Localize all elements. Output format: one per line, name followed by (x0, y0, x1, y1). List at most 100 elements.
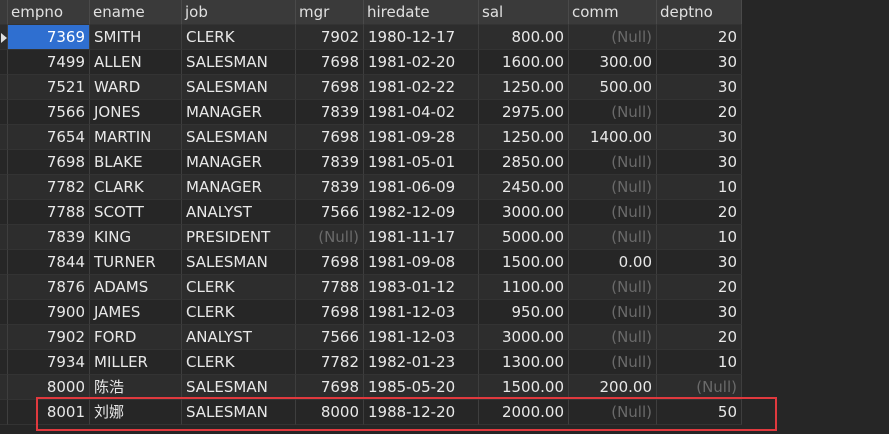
row-header[interactable] (0, 350, 8, 375)
cell-job[interactable]: ANALYST (182, 325, 296, 350)
column-header-comm[interactable]: comm (569, 0, 657, 25)
row-header[interactable] (0, 225, 8, 250)
cell-deptno[interactable]: (Null) (657, 375, 742, 400)
cell-comm[interactable]: 0.00 (569, 250, 657, 275)
cell-sal[interactable]: 800.00 (479, 25, 569, 50)
cell-ename[interactable]: 刘娜 (90, 400, 182, 425)
cell-empno[interactable]: 7782 (8, 175, 90, 200)
cell-ename[interactable]: ALLEN (90, 50, 182, 75)
table-row[interactable]: 7876 ADAMS CLERK 7788 1983-01-12 1100.00 (Null… (0, 275, 742, 300)
cell-ename[interactable]: MILLER (90, 350, 182, 375)
cell-job[interactable]: SALESMAN (182, 400, 296, 425)
cell-ename[interactable]: FORD (90, 325, 182, 350)
row-header[interactable] (0, 400, 8, 425)
row-header[interactable] (0, 100, 8, 125)
cell-deptno[interactable]: 30 (657, 125, 742, 150)
cell-mgr[interactable]: (Null) (296, 225, 364, 250)
cell-job[interactable]: ANALYST (182, 200, 296, 225)
column-header-ename[interactable]: ename (90, 0, 182, 25)
row-header[interactable] (0, 300, 8, 325)
row-header[interactable] (0, 125, 8, 150)
cell-sal[interactable]: 1250.00 (479, 125, 569, 150)
cell-empno[interactable]: 7654 (8, 125, 90, 150)
row-header[interactable] (0, 150, 8, 175)
cell-hiredate[interactable]: 1980-12-17 (364, 25, 479, 50)
cell-mgr[interactable]: 7788 (296, 275, 364, 300)
row-header[interactable] (0, 50, 8, 75)
table-row[interactable]: 7698 BLAKE MANAGER 7839 1981-05-01 2850.00 (Nu… (0, 150, 742, 175)
cell-sal[interactable]: 1500.00 (479, 250, 569, 275)
row-header[interactable] (0, 75, 8, 100)
cell-hiredate[interactable]: 1981-12-03 (364, 300, 479, 325)
cell-hiredate[interactable]: 1981-12-03 (364, 325, 479, 350)
cell-sal[interactable]: 5000.00 (479, 225, 569, 250)
cell-deptno[interactable]: 50 (657, 400, 742, 425)
cell-empno[interactable]: 7788 (8, 200, 90, 225)
cell-job[interactable]: SALESMAN (182, 125, 296, 150)
cell-job[interactable]: MANAGER (182, 100, 296, 125)
cell-comm[interactable]: (Null) (569, 350, 657, 375)
cell-comm[interactable]: 1400.00 (569, 125, 657, 150)
cell-ename[interactable]: TURNER (90, 250, 182, 275)
cell-job[interactable]: SALESMAN (182, 75, 296, 100)
cell-ename[interactable]: JAMES (90, 300, 182, 325)
cell-job[interactable]: MANAGER (182, 175, 296, 200)
cell-deptno[interactable]: 10 (657, 175, 742, 200)
cell-deptno[interactable]: 20 (657, 100, 742, 125)
cell-comm[interactable]: (Null) (569, 300, 657, 325)
cell-ename[interactable]: MARTIN (90, 125, 182, 150)
cell-ename[interactable]: ADAMS (90, 275, 182, 300)
cell-deptno[interactable]: 20 (657, 200, 742, 225)
cell-comm[interactable]: 500.00 (569, 75, 657, 100)
cell-sal[interactable]: 1600.00 (479, 50, 569, 75)
table-row[interactable]: 7839 KING PRESIDENT (Null) 1981-11-17 5000.00… (0, 225, 742, 250)
cell-mgr[interactable]: 7839 (296, 100, 364, 125)
cell-job[interactable]: CLERK (182, 25, 296, 50)
cell-comm[interactable]: (Null) (569, 200, 657, 225)
column-header-deptno[interactable]: deptno (657, 0, 742, 25)
cell-empno[interactable]: 8000 (8, 375, 90, 400)
cell-empno[interactable]: 7876 (8, 275, 90, 300)
cell-empno[interactable]: 7521 (8, 75, 90, 100)
cell-empno[interactable]: 8001 (8, 400, 90, 425)
cell-sal[interactable]: 2450.00 (479, 175, 569, 200)
table-row[interactable]: 7902 FORD ANALYST 7566 1981-12-03 3000.00 (Nul… (0, 325, 742, 350)
cell-hiredate[interactable]: 1981-06-09 (364, 175, 479, 200)
cell-ename[interactable]: 陈浩 (90, 375, 182, 400)
cell-hiredate[interactable]: 1988-12-20 (364, 400, 479, 425)
cell-deptno[interactable]: 10 (657, 350, 742, 375)
cell-sal[interactable]: 1300.00 (479, 350, 569, 375)
cell-comm[interactable]: (Null) (569, 100, 657, 125)
cell-comm[interactable]: (Null) (569, 150, 657, 175)
table-row[interactable]: 7900 JAMES CLERK 7698 1981-12-03 950.00 (Null)… (0, 300, 742, 325)
cell-deptno[interactable]: 30 (657, 150, 742, 175)
column-header-sal[interactable]: sal (479, 0, 569, 25)
cell-hiredate[interactable]: 1981-11-17 (364, 225, 479, 250)
cell-comm[interactable]: (Null) (569, 325, 657, 350)
cell-hiredate[interactable]: 1982-01-23 (364, 350, 479, 375)
cell-comm[interactable]: 200.00 (569, 375, 657, 400)
column-header-job[interactable]: job (182, 0, 296, 25)
cell-mgr[interactable]: 8000 (296, 400, 364, 425)
cell-mgr[interactable]: 7839 (296, 150, 364, 175)
cell-comm[interactable]: (Null) (569, 275, 657, 300)
cell-ename[interactable]: WARD (90, 75, 182, 100)
table-row[interactable]: 8001 刘娜 SALESMAN 8000 1988-12-20 2000.00 (Null… (0, 400, 742, 425)
cell-empno[interactable]: 7566 (8, 100, 90, 125)
cell-comm[interactable]: (Null) (569, 175, 657, 200)
cell-mgr[interactable]: 7839 (296, 175, 364, 200)
table-row[interactable]: 7521 WARD SALESMAN 7698 1981-02-22 1250.00 500… (0, 75, 742, 100)
cell-empno[interactable]: 7698 (8, 150, 90, 175)
table-row[interactable]: 7369 SMITH CLERK 7902 1980-12-17 800.00 (Null)… (0, 25, 742, 50)
table-row[interactable]: 7844 TURNER SALESMAN 7698 1981-09-08 1500.00 0… (0, 250, 742, 275)
cell-comm[interactable]: (Null) (569, 25, 657, 50)
column-header-hiredate[interactable]: hiredate (364, 0, 479, 25)
cell-deptno[interactable]: 20 (657, 275, 742, 300)
column-header-empno[interactable]: empno (8, 0, 90, 25)
row-header[interactable] (0, 325, 8, 350)
current-row-indicator[interactable] (0, 25, 8, 50)
cell-sal[interactable]: 2000.00 (479, 400, 569, 425)
cell-sal[interactable]: 950.00 (479, 300, 569, 325)
cell-empno[interactable]: 7934 (8, 350, 90, 375)
cell-ename[interactable]: CLARK (90, 175, 182, 200)
